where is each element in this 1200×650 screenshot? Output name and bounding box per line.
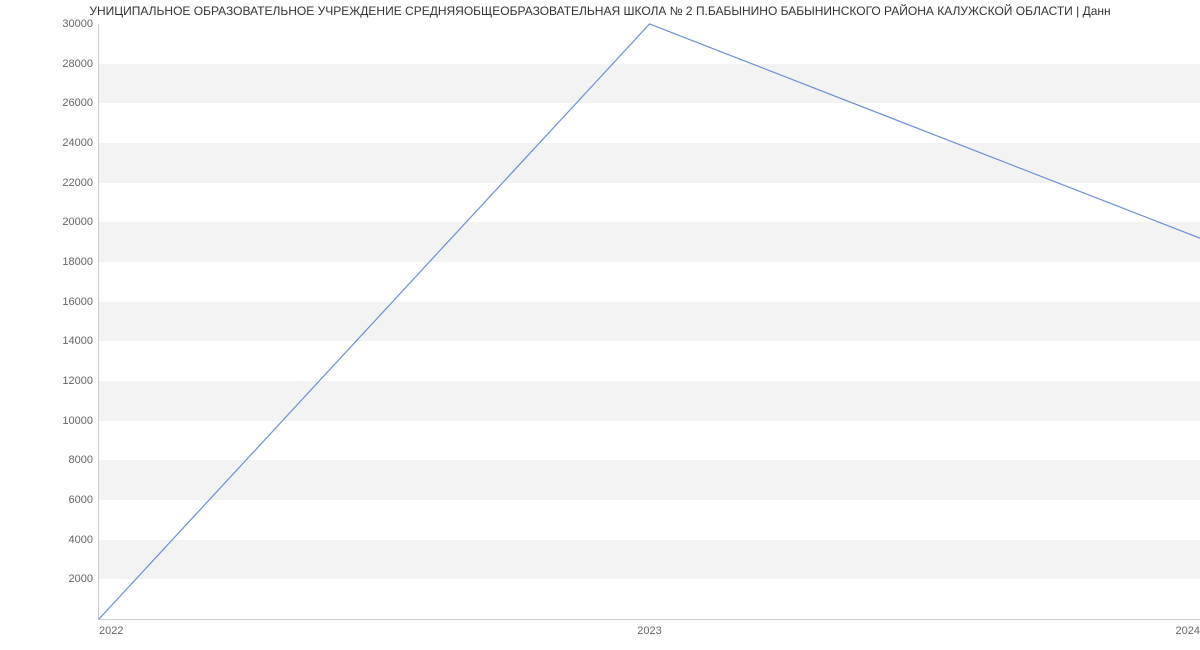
y-tick-label: 6000 xyxy=(69,494,93,506)
y-tick-label: 16000 xyxy=(62,296,93,308)
y-tick-label: 20000 xyxy=(62,216,93,228)
chart-area: 2000 4000 6000 8000 10000 12000 14000 16000 1800… xyxy=(50,24,1200,620)
x-tick-label: 2024 xyxy=(1176,625,1200,637)
x-tick-label: 2022 xyxy=(99,625,123,637)
y-tick-label: 10000 xyxy=(62,415,93,427)
chart-title: УНИЦИПАЛЬНОЕ ОБРАЗОВАТЕЛЬНОЕ УЧРЕЖДЕНИЕ … xyxy=(0,0,1200,26)
y-tick-label: 12000 xyxy=(62,375,93,387)
y-tick-label: 30000 xyxy=(62,18,93,30)
y-tick-label: 24000 xyxy=(62,137,93,149)
y-tick-label: 28000 xyxy=(62,58,93,70)
data-line xyxy=(99,24,1200,619)
y-tick-label: 18000 xyxy=(62,256,93,268)
y-tick-label: 4000 xyxy=(69,534,93,546)
y-tick-label: 8000 xyxy=(69,454,93,466)
y-tick-label: 2000 xyxy=(69,573,93,585)
y-tick-label: 22000 xyxy=(62,177,93,189)
y-tick-label: 14000 xyxy=(62,335,93,347)
plot-region: 2000400060008000100001200014000160001800… xyxy=(98,24,1200,620)
y-tick-label: 26000 xyxy=(62,97,93,109)
x-tick-label: 2023 xyxy=(637,625,661,637)
